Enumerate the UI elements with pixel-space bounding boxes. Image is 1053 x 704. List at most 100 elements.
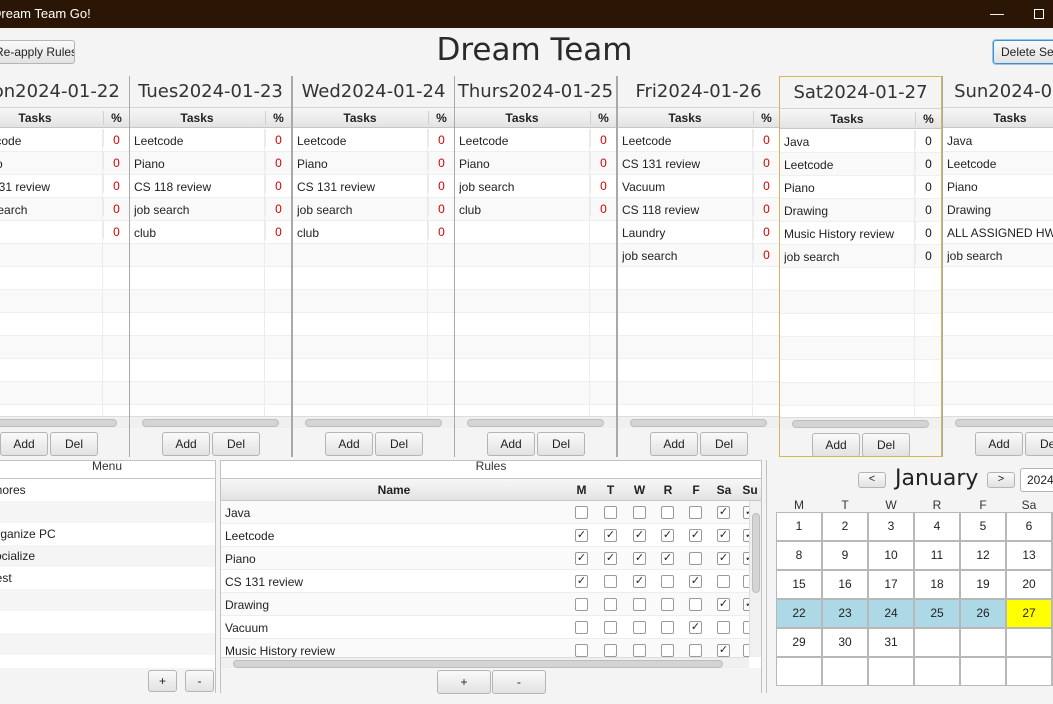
percent-column-header[interactable]: % (265, 111, 291, 125)
table-row[interactable] (455, 244, 616, 267)
table-row[interactable]: Drawing✓✓ (221, 593, 756, 616)
table-row[interactable] (0, 382, 129, 405)
table-row[interactable] (455, 313, 616, 336)
table-row[interactable] (293, 267, 454, 290)
table-row[interactable] (0, 267, 129, 290)
table-row[interactable]: Piano0 (293, 152, 454, 175)
table-row[interactable]: Java✓✓ (221, 501, 756, 524)
table-row[interactable]: Piano✓✓✓✓✓✓ (221, 547, 756, 570)
day-checkbox[interactable] (717, 575, 730, 588)
calendar-day-cell[interactable]: 13 (1006, 541, 1052, 570)
menu-item[interactable] (0, 501, 215, 523)
table-row[interactable] (455, 382, 616, 405)
table-row[interactable]: ALL ASSIGNED HW DUE0 (943, 221, 1053, 244)
table-row[interactable] (780, 291, 941, 314)
add-task-button[interactable]: Add (812, 433, 860, 456)
table-row[interactable] (0, 313, 129, 336)
rules-column-header[interactable]: Sa (710, 483, 738, 497)
tasks-column-header[interactable]: Tasks (455, 111, 589, 125)
table-row[interactable]: Piano0 (943, 175, 1053, 198)
table-row[interactable] (130, 267, 291, 290)
table-row[interactable] (780, 268, 941, 291)
delete-task-button[interactable]: Del (1025, 432, 1053, 456)
table-row[interactable]: Drawing0 (943, 198, 1053, 221)
table-row[interactable]: Leetcode✓✓✓✓✓✓✓ (221, 524, 756, 547)
table-row[interactable] (780, 337, 941, 360)
delete-task-button[interactable]: Del (537, 432, 585, 456)
day-checkbox[interactable] (633, 506, 646, 519)
rules-add-button[interactable]: + (437, 670, 491, 694)
day-checkbox[interactable] (604, 621, 617, 634)
table-row[interactable]: Leetcode 0 (618, 129, 779, 152)
day-checkbox[interactable]: ✓ (604, 552, 617, 565)
day-checkbox[interactable] (661, 598, 674, 611)
calendar-day-cell[interactable] (914, 628, 960, 657)
calendar-day-cell[interactable] (822, 657, 868, 686)
table-row[interactable]: Piano0 (780, 176, 941, 199)
table-row[interactable]: CS 131 review 0 (618, 152, 779, 175)
day-checkbox[interactable]: ✓ (661, 552, 674, 565)
scroll-thumb[interactable] (0, 419, 117, 427)
day-checkbox[interactable]: ✓ (604, 529, 617, 542)
calendar-day-cell[interactable] (868, 657, 914, 686)
horizontal-scrollbar[interactable] (293, 416, 454, 428)
day-checkbox[interactable]: ✓ (575, 575, 588, 588)
day-checkbox[interactable] (661, 506, 674, 519)
menu-item[interactable]: Chores (0, 479, 215, 501)
table-row[interactable] (780, 360, 941, 383)
table-row[interactable]: CS 131 review ✓ ✓ ✓ (221, 570, 756, 593)
calendar-year-field[interactable]: 2024 (1020, 468, 1053, 492)
horizontal-scrollbar[interactable] (780, 417, 941, 429)
scroll-thumb[interactable] (955, 419, 1053, 427)
menu-item[interactable] (0, 589, 215, 611)
menu-add-button[interactable]: + (148, 670, 177, 692)
delete-task-button[interactable]: Del (212, 432, 260, 456)
calendar-day-cell[interactable]: 2 (822, 512, 868, 541)
calendar-day-cell[interactable]: 24 (868, 599, 914, 628)
table-row[interactable] (293, 359, 454, 382)
rules-horizontal-scrollbar[interactable] (221, 657, 749, 668)
table-row[interactable] (943, 359, 1053, 382)
day-checkbox[interactable] (604, 644, 617, 657)
calendar-day-cell[interactable]: 29 (776, 628, 822, 657)
table-row[interactable]: job search 0 (0, 198, 129, 221)
rules-remove-button[interactable]: - (492, 670, 546, 694)
calendar-day-cell[interactable] (776, 657, 822, 686)
day-checkbox[interactable] (689, 506, 702, 519)
table-row[interactable] (943, 336, 1053, 359)
horizontal-scrollbar[interactable] (943, 416, 1053, 428)
delete-task-button[interactable]: Del (50, 432, 98, 456)
table-row[interactable]: CS 131 review 0 (0, 175, 129, 198)
table-row[interactable]: job search 0 (618, 244, 779, 267)
calendar-day-cell[interactable] (960, 657, 1006, 686)
menu-item[interactable]: Organize PC (0, 523, 215, 545)
rules-column-header[interactable]: F (682, 483, 710, 497)
table-row[interactable] (943, 267, 1053, 290)
next-month-button[interactable]: > (987, 472, 1015, 488)
day-checkbox[interactable] (689, 552, 702, 565)
calendar-day-cell[interactable]: 18 (914, 570, 960, 599)
delete-task-button[interactable]: Del (375, 432, 423, 456)
table-row[interactable] (130, 359, 291, 382)
percent-column-header[interactable]: % (753, 111, 779, 125)
rules-vertical-scrollbar[interactable] (749, 501, 761, 657)
table-row[interactable]: CS 118 review 0 (130, 175, 291, 198)
tasks-column-header[interactable]: Tasks (943, 111, 1053, 125)
calendar-day-cell[interactable]: 8 (776, 541, 822, 570)
day-checkbox[interactable] (575, 644, 588, 657)
rules-column-header[interactable]: Name (221, 483, 567, 497)
calendar-day-cell[interactable]: 16 (822, 570, 868, 599)
day-checkbox[interactable] (633, 644, 646, 657)
calendar-day-cell[interactable]: 5 (960, 512, 1006, 541)
table-row[interactable] (943, 290, 1053, 313)
table-row[interactable] (618, 359, 779, 382)
table-row[interactable] (130, 244, 291, 267)
day-checkbox[interactable]: ✓ (717, 529, 730, 542)
calendar-day-cell[interactable]: 25 (914, 599, 960, 628)
day-checkbox[interactable] (633, 621, 646, 634)
horizontal-scrollbar[interactable] (455, 416, 616, 428)
calendar-day-cell[interactable] (960, 628, 1006, 657)
day-checkbox[interactable]: ✓ (717, 644, 730, 657)
day-checkbox[interactable] (604, 598, 617, 611)
scroll-thumb[interactable] (792, 420, 929, 428)
